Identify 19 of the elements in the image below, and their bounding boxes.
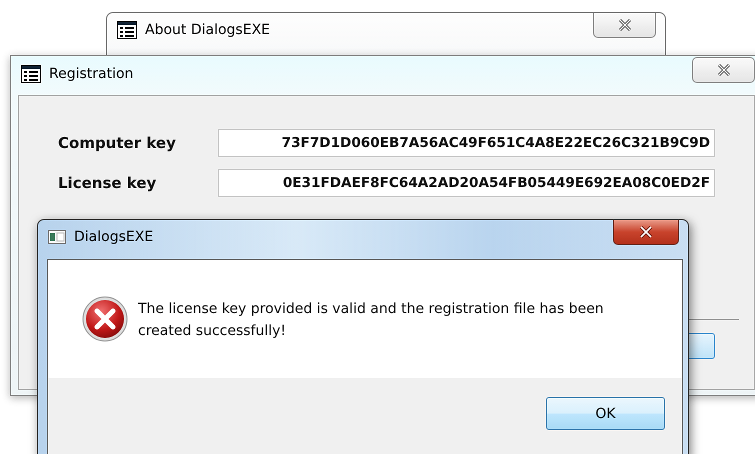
app-icon [48, 230, 66, 244]
field-label: License key [58, 174, 158, 192]
close-icon [638, 226, 654, 238]
window-title: DialogsEXE [74, 229, 154, 245]
ok-button[interactable]: OK [546, 397, 665, 430]
close-icon [716, 64, 732, 76]
close-button[interactable] [593, 13, 656, 38]
app-icon [21, 65, 41, 83]
text-field[interactable]: 0E31FDAEF8FC64A2AD20A54FB05449E692EA08C0ED2F [218, 169, 715, 197]
window-title: Registration [49, 66, 134, 82]
text-field[interactable]: 73F7D1D060EB7A56AC49F651C4A8E22EC26C321B9C9D [218, 129, 715, 157]
close-icon [616, 19, 632, 31]
field-label: Computer key [58, 134, 177, 152]
error-icon [82, 296, 128, 342]
close-button[interactable] [692, 57, 755, 83]
window-title: About DialogsEXE [145, 22, 270, 38]
app-icon [117, 21, 137, 39]
message-text: The license key provided is valid and the registration file has been created successfully! [138, 300, 605, 341]
close-button[interactable] [613, 220, 679, 245]
